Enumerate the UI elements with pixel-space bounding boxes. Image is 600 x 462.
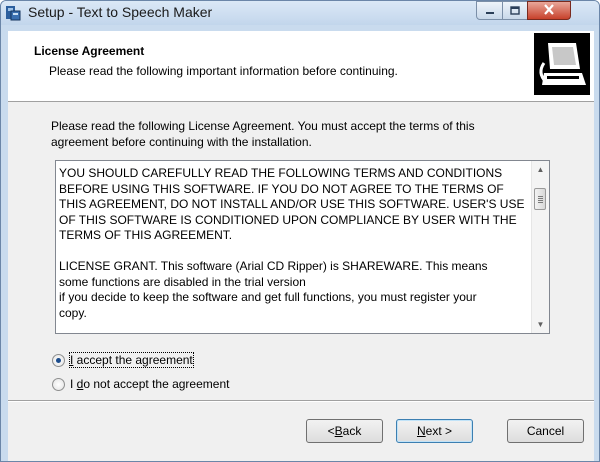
grip-line (538, 196, 543, 197)
grip-line (538, 202, 543, 203)
cancel-button[interactable]: Cancel (507, 419, 584, 443)
grip-line (538, 200, 543, 201)
decline-radio-label[interactable]: I do not accept the agreement (70, 377, 229, 391)
next-button[interactable]: Next > (396, 419, 473, 443)
scroll-thumb[interactable] (534, 188, 546, 210)
wizard-header: License Agreement Please read the follow… (8, 31, 594, 102)
scroll-up-arrow[interactable]: ▲ (532, 161, 549, 178)
page-title: License Agreement (34, 44, 145, 58)
scroll-up-icon: ▲ (536, 165, 545, 174)
decline-radio[interactable] (52, 377, 65, 391)
window-title: Setup - Text to Speech Maker (28, 4, 213, 20)
maximize-icon (510, 4, 520, 18)
grip-line (538, 198, 543, 199)
close-button[interactable] (527, 1, 571, 20)
maximize-button[interactable] (502, 1, 528, 20)
accept-radio-label[interactable]: I accept the agreement (69, 352, 194, 368)
back-button[interactable]: < Back (306, 419, 383, 443)
button-separator (8, 400, 594, 402)
wizard-body: License Agreement Please read the follow… (8, 31, 594, 461)
intro-text: Please read the following License Agreem… (51, 119, 475, 149)
setup-window: Setup - Text to Speech Maker License Agr… (0, 0, 600, 462)
setup-icon[interactable] (5, 4, 21, 21)
radio-selected-dot (56, 357, 61, 363)
minimize-icon (485, 4, 495, 18)
license-text: YOU SHOULD CAREFULLY READ THE FOLLOWING … (59, 166, 525, 320)
decline-radio-option[interactable]: I do not accept the agreement (52, 377, 229, 391)
setup-wizard-image (534, 33, 590, 95)
license-textbox[interactable]: YOU SHOULD CAREFULLY READ THE FOLLOWING … (55, 160, 550, 334)
scroll-down-arrow[interactable]: ▼ (532, 316, 549, 333)
page-subtitle: Please read the following important info… (49, 64, 398, 78)
scroll-down-icon: ▼ (536, 320, 545, 329)
close-icon (543, 3, 555, 18)
accept-radio[interactable] (52, 353, 65, 367)
license-scrollbar[interactable]: ▲ ▼ (531, 161, 549, 333)
title-bar[interactable]: Setup - Text to Speech Maker (1, 1, 599, 25)
minimize-button[interactable] (476, 1, 503, 20)
accept-radio-option[interactable]: I accept the agreement (52, 352, 194, 368)
